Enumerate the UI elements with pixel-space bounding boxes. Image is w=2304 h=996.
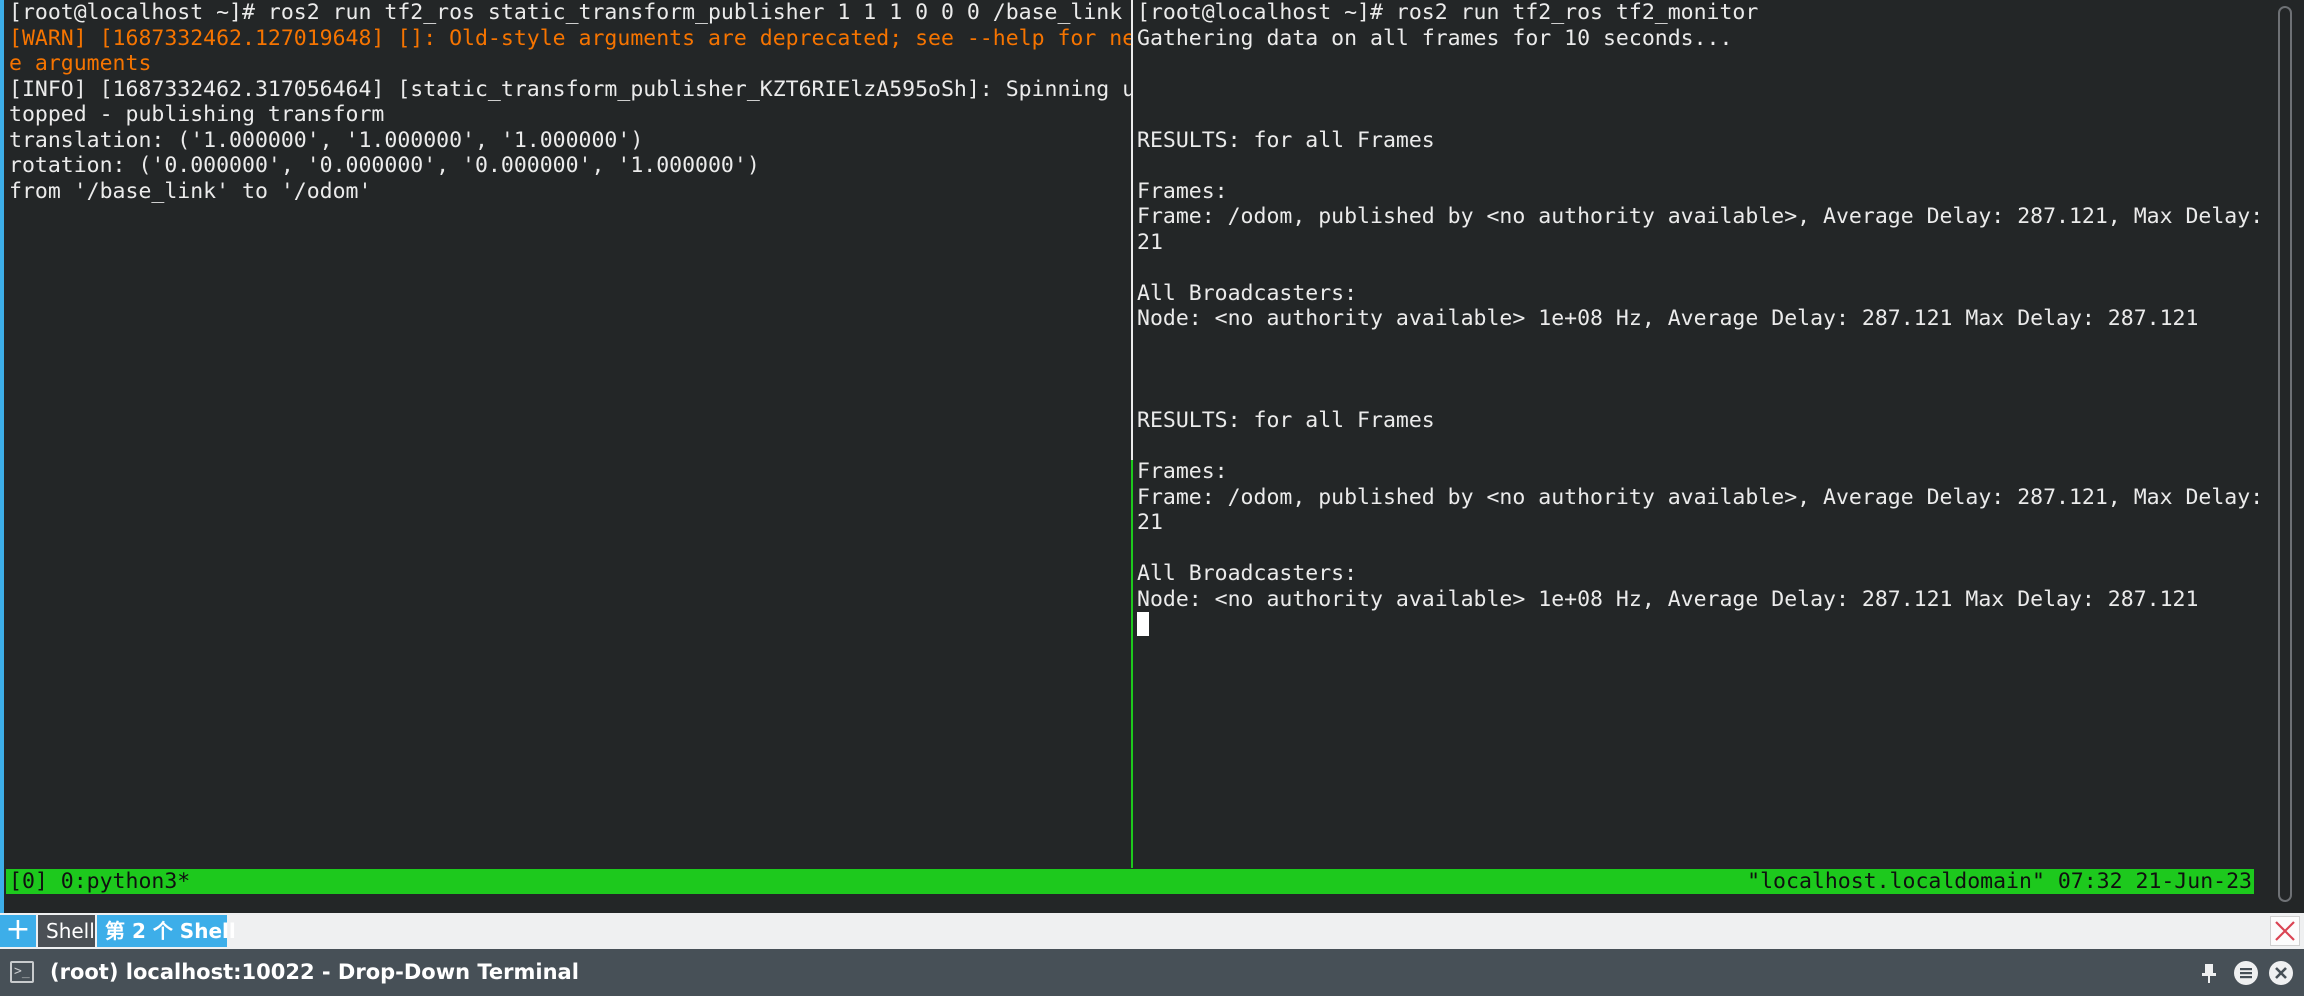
terminal-line: [root@localhost ~]# ros2 run tf2_ros sta… <box>9 0 1132 25</box>
tab-shell[interactable]: Shell <box>38 915 95 947</box>
menu-icon[interactable] <box>2233 960 2259 986</box>
plus-icon[interactable]: + <box>0 915 36 947</box>
terminal-line: rotation: ('0.000000', '0.000000', '0.00… <box>9 153 760 178</box>
terminal-line: Frames: <box>1137 178 1228 204</box>
terminal-icon: >_ <box>10 961 34 983</box>
tmux-pane-left[interactable]: [root@localhost ~]# ros2 run tf2_ros sta… <box>9 0 1132 868</box>
tmux-pane-right[interactable]: [root@localhost ~]# ros2 run tf2_ros tf2… <box>1137 0 2258 868</box>
status-host-time: "localhost.localdomain" 07:32 21-Jun-23 <box>1747 869 2252 894</box>
terminal-line: Gathering data on all frames for 10 seco… <box>1137 25 1733 51</box>
scrollbar-track[interactable] <box>2278 6 2292 902</box>
terminal-line: All Broadcasters: <box>1137 561 1358 586</box>
window-title: (root) localhost:10022 - Drop-Down Termi… <box>50 960 579 984</box>
pane-divider[interactable] <box>1131 0 1133 868</box>
title-bar: >_ (root) localhost:10022 - Drop-Down Te… <box>0 949 2304 996</box>
drop-down-terminal-window: [root@localhost ~]# ros2 run tf2_ros sta… <box>0 0 2304 996</box>
terminal-line: Node: <no authority available> 1e+08 Hz,… <box>1137 306 2199 331</box>
tmux-status-bar: [0] 0:python3* "localhost.localdomain" 0… <box>6 869 2254 894</box>
terminal-line: Frames: <box>1137 459 1228 484</box>
terminal-line: All Broadcasters: <box>1137 280 1358 306</box>
tab-shell-2[interactable]: 第 2 个 Shell <box>97 915 236 947</box>
terminal-line: 21 <box>1137 510 1163 535</box>
close-window-icon[interactable] <box>2268 960 2294 986</box>
text-cursor <box>1137 612 1149 636</box>
terminal-line: Node: <no authority available> 1e+08 Hz,… <box>1137 586 2199 612</box>
tab-bar: + Shell 第 2 个 Shell <box>0 913 2304 949</box>
pin-icon[interactable] <box>2196 960 2222 986</box>
terminal-line: [INFO] [1687332462.317056464] [static_tr… <box>9 76 1132 102</box>
status-window-list[interactable]: [0] 0:python3* <box>9 869 190 894</box>
terminal-line: Frame: /odom, published by <no authority… <box>1137 484 2258 510</box>
terminal-line: RESULTS: for all Frames <box>1137 127 1435 153</box>
window-edge <box>0 0 4 913</box>
terminal-prompt-line[interactable] <box>1137 612 2258 638</box>
terminal-line: translation: ('1.000000', '1.000000', '1… <box>9 127 644 153</box>
close-icon[interactable] <box>2270 916 2300 946</box>
terminal-line: topped - publishing transform <box>9 102 385 127</box>
terminal-warn-line: [WARN] [1687332462.127019648] []: Old-st… <box>9 25 1132 51</box>
terminal-line: from '/base_link' to '/odom' <box>9 178 372 204</box>
terminal-line: [root@localhost ~]# ros2 run tf2_ros tf2… <box>1137 0 1759 25</box>
terminal-line: RESULTS: for all Frames <box>1137 408 1435 433</box>
terminal-line: Frame: /odom, published by <no authority… <box>1137 204 2258 229</box>
scrollbar[interactable] <box>2266 0 2304 913</box>
terminal-area[interactable]: [root@localhost ~]# ros2 run tf2_ros sta… <box>0 0 2304 913</box>
terminal-warn-line: e arguments <box>9 51 152 76</box>
terminal-line: 21 <box>1137 229 1163 255</box>
